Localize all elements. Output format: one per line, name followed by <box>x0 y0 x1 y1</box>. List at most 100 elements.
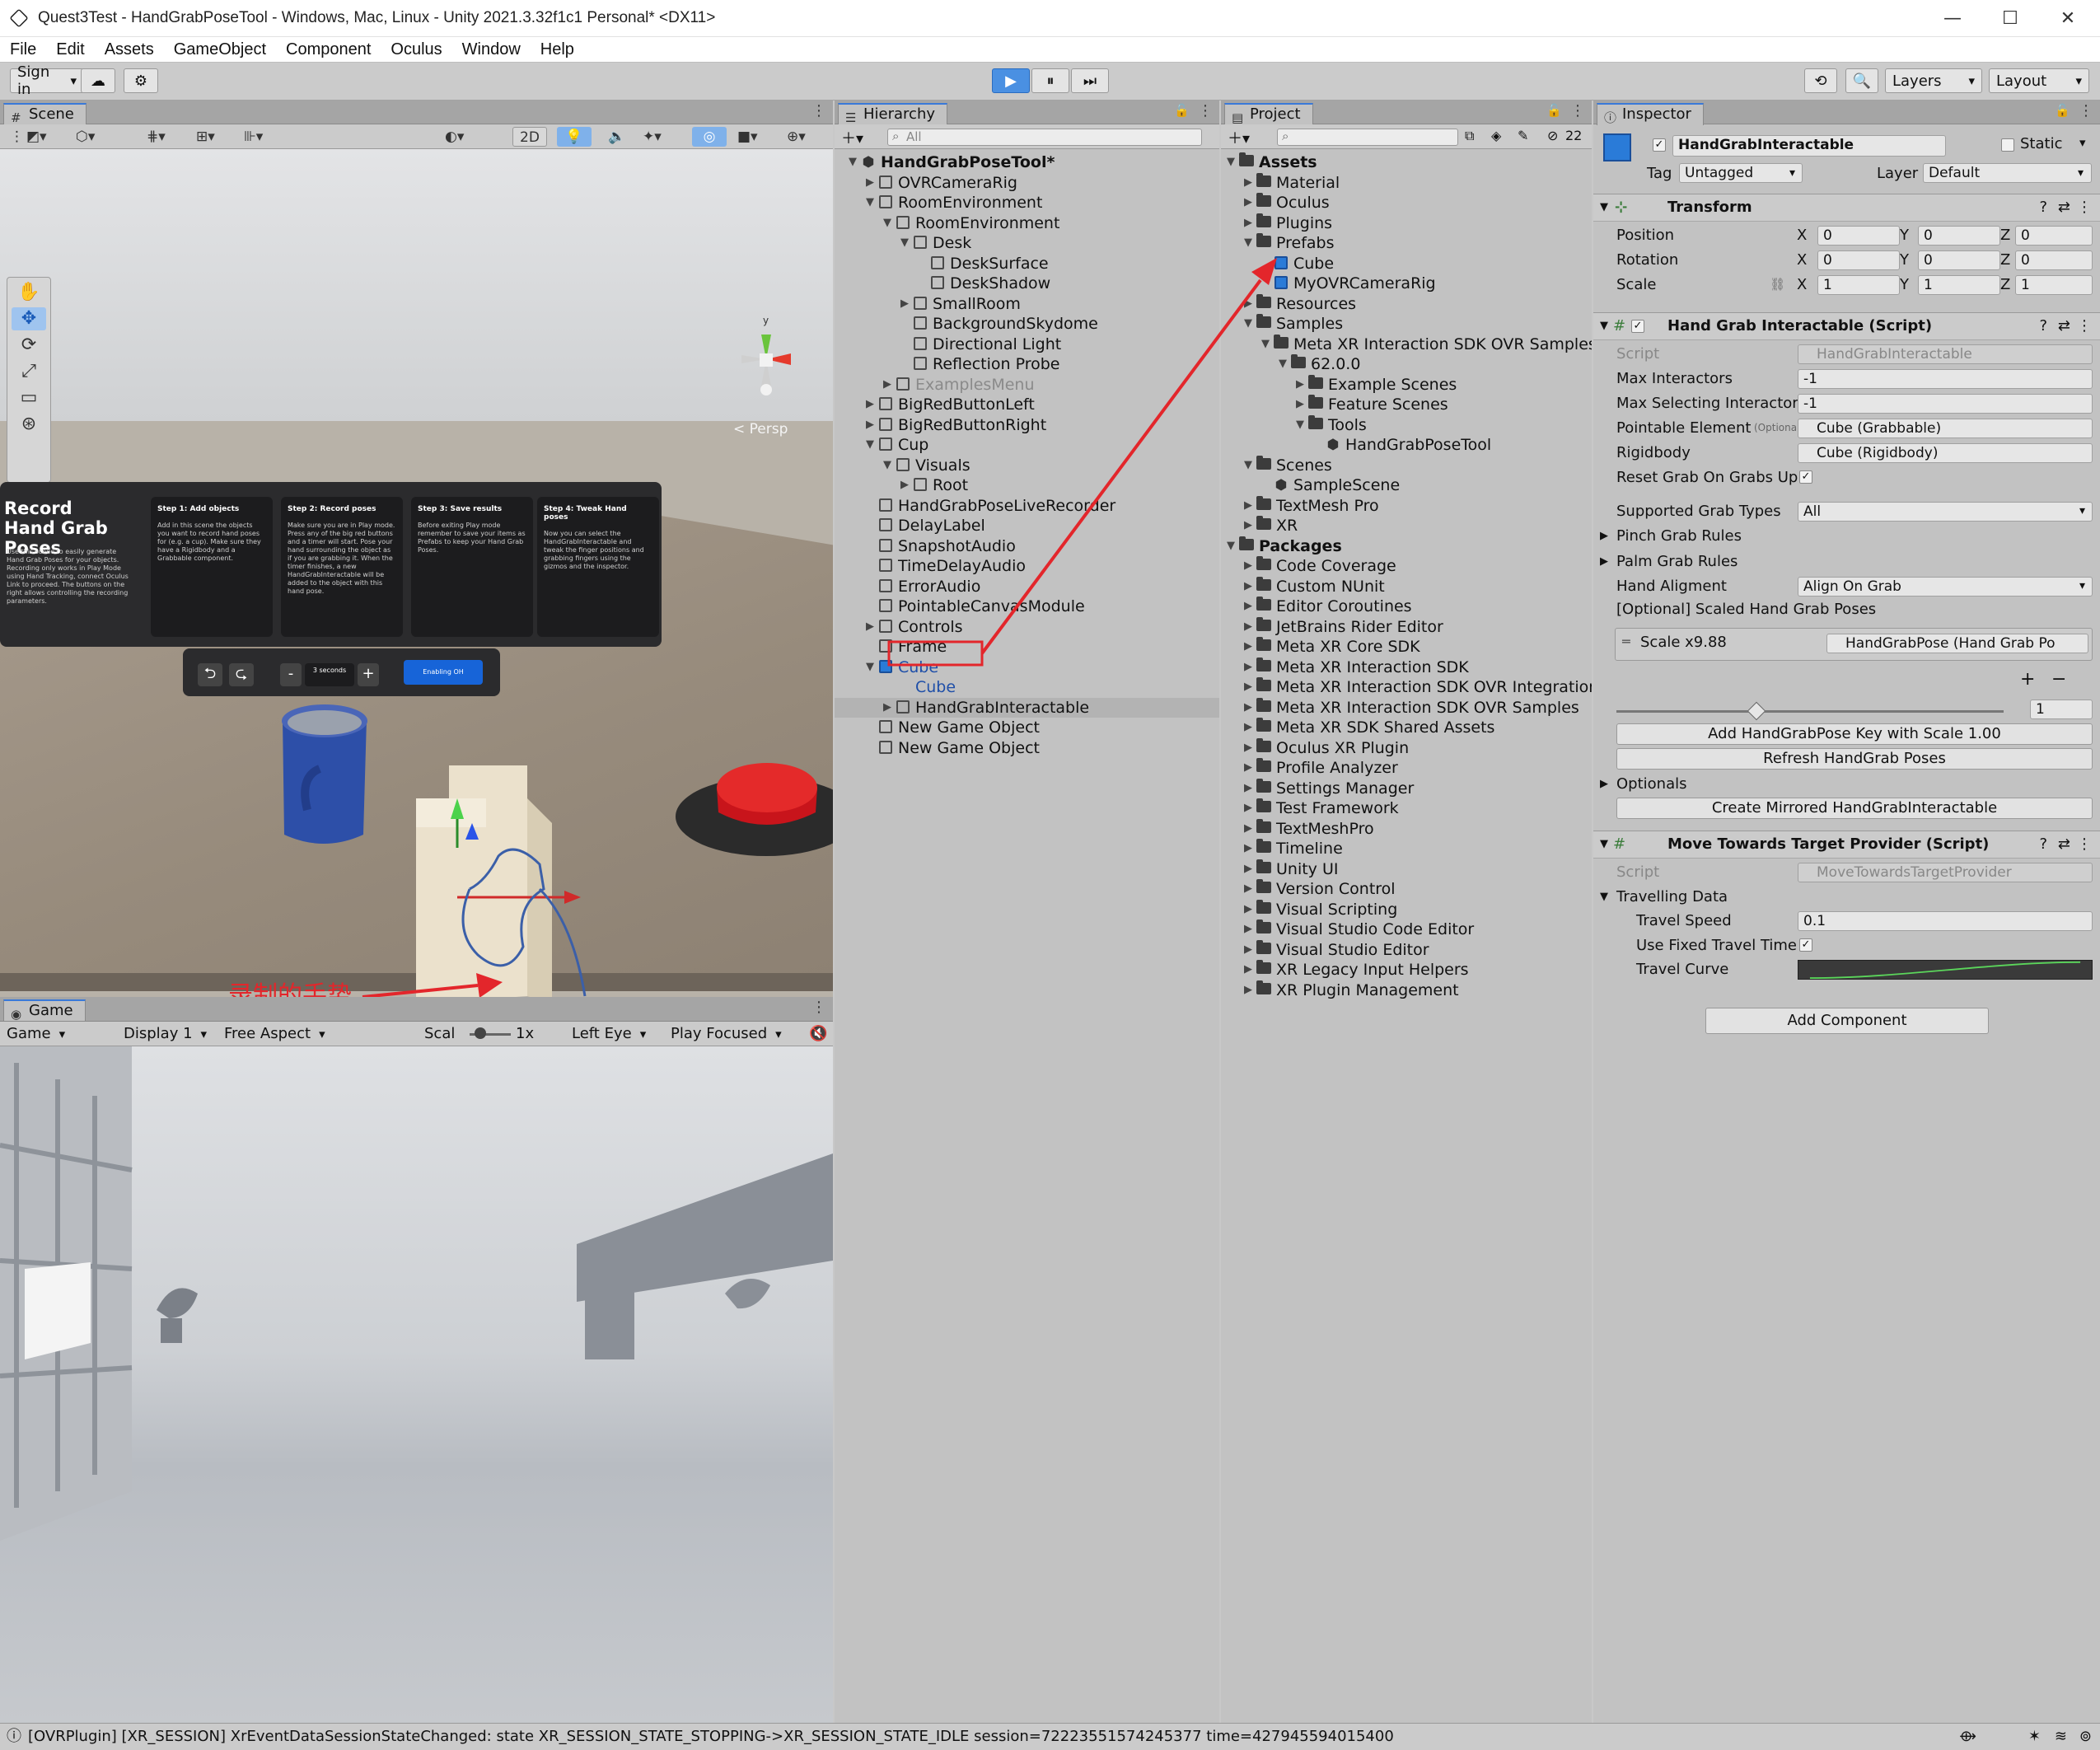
hierarchy-row[interactable]: ▼ RoomEnvironment <box>835 193 1219 213</box>
supported-grab-types-dropdown[interactable]: All <box>1798 502 2093 522</box>
gizmos-icon[interactable]: ⊕▾ <box>787 127 806 147</box>
project-row[interactable]: ▶ XR Legacy Input Helpers <box>1221 960 1592 980</box>
effects-icon[interactable]: ✦▾ <box>643 127 662 147</box>
expanded-arrow-icon[interactable]: ▼ <box>1242 233 1255 253</box>
hierarchy-row[interactable]: ▶ BigRedButtonRight <box>835 415 1219 435</box>
transform-help-icon[interactable]: ? <box>2039 194 2047 221</box>
reorder-handle-icon[interactable]: ═ <box>1622 634 1630 649</box>
collapsed-arrow-icon[interactable]: ▶ <box>1242 819 1255 839</box>
travel-speed-field[interactable]: 0.1 <box>1798 911 2093 931</box>
expanded-arrow-icon[interactable]: ▼ <box>1224 152 1237 172</box>
project-row[interactable]: ▶ Plugins <box>1221 213 1592 233</box>
scale-item-field[interactable]: HandGrabPose (Hand Grab Po <box>1826 634 2088 653</box>
palm-grab-rules-row[interactable]: ▶ Palm Grab Rules <box>1593 550 2100 573</box>
scene-menu-icon[interactable]: ⋮ <box>811 102 826 119</box>
tag-dropdown[interactable]: Untagged <box>1679 163 1803 183</box>
hierarchy-row[interactable]: Frame <box>835 637 1219 657</box>
collapsed-arrow-icon[interactable]: ▶ <box>1242 173 1255 193</box>
hgi-enabled-checkbox[interactable]: ✓ <box>1631 320 1644 333</box>
project-row[interactable]: ▶ Unity UI <box>1221 859 1592 879</box>
hgi-menu-icon[interactable]: ⋮ <box>2077 313 2092 339</box>
game-mode-dropdown[interactable]: Game <box>7 1024 109 1044</box>
project-row[interactable]: ▶ Settings Manager <box>1221 778 1592 798</box>
collapsed-arrow-icon[interactable]: ▶ <box>1242 556 1255 576</box>
redo-pose-button[interactable]: ⮎ <box>229 663 254 686</box>
position-z-field[interactable]: 0 <box>2015 226 2093 246</box>
collapsed-arrow-icon[interactable]: ▶ <box>898 475 911 495</box>
menu-file[interactable]: File <box>10 40 36 59</box>
list-add-button[interactable]: + <box>2020 669 2035 690</box>
collapsed-arrow-icon[interactable]: ▶ <box>1242 698 1255 718</box>
collapsed-arrow-icon[interactable]: ▶ <box>863 415 877 435</box>
project-row[interactable]: MyOVRCameraRig <box>1221 274 1592 293</box>
project-row[interactable]: ▼ Meta XR Interaction SDK OVR Samples <box>1221 334 1592 354</box>
collapsed-arrow-icon[interactable]: ▶ <box>1242 940 1255 960</box>
project-row[interactable]: ▶ Feature Scenes <box>1221 395 1592 414</box>
expanded-arrow-icon[interactable]: ▼ <box>1293 415 1307 435</box>
close-button[interactable]: ✕ <box>2039 0 2097 37</box>
grid-snap-icon[interactable]: ⋕▾ <box>147 127 166 147</box>
project-row[interactable]: ▼ Samples <box>1221 314 1592 334</box>
mttp-preset-icon[interactable]: ⇄ <box>2058 831 2070 858</box>
mttp-menu-icon[interactable]: ⋮ <box>2077 831 2092 858</box>
project-row[interactable]: ▼ 62.0.0 <box>1221 354 1592 374</box>
hierarchy-row[interactable]: ▼ Cup <box>835 435 1219 455</box>
collapsed-arrow-icon[interactable]: ▶ <box>1242 577 1255 597</box>
game-viewport[interactable] <box>0 1046 833 1723</box>
move-towards-target-header[interactable]: ▼ # Move Towards Target Provider (Script… <box>1593 831 2100 859</box>
collapsed-arrow-icon[interactable]: ▶ <box>1242 879 1255 899</box>
project-menu-icon[interactable]: ⋮ <box>1570 102 1585 119</box>
expanded-arrow-icon[interactable]: ▼ <box>846 152 859 172</box>
project-row[interactable]: ▼ Packages <box>1221 536 1592 556</box>
hierarchy-row[interactable]: Directional Light <box>835 335 1219 354</box>
scale-y-field[interactable]: 1 <box>1918 275 2000 295</box>
hgi-help-icon[interactable]: ? <box>2039 313 2047 339</box>
collapsed-arrow-icon[interactable]: ▶ <box>1242 294 1255 314</box>
scale-tool-icon[interactable]: ⤢ <box>12 360 46 383</box>
create-mirrored-button[interactable]: Create Mirrored HandGrabInteractable <box>1616 798 2093 819</box>
audio-toggle-icon[interactable]: 🔈 <box>608 127 625 147</box>
collapsed-arrow-icon[interactable]: ▶ <box>1242 213 1255 233</box>
hierarchy-row[interactable]: ▶ HandGrabInteractable <box>835 697 1219 718</box>
constrain-proportions-icon[interactable]: ⛓ <box>1770 273 1785 297</box>
expanded-arrow-icon[interactable]: ▼ <box>1242 456 1255 475</box>
tab-hierarchy[interactable]: ☰ Hierarchy <box>838 103 948 125</box>
collapsed-arrow-icon[interactable]: ▶ <box>1242 617 1255 637</box>
hand-grab-interactable-header[interactable]: ▼ # ✓ Hand Grab Interactable (Script) ? … <box>1593 312 2100 340</box>
play-focused-dropdown[interactable]: Play Focused <box>671 1024 801 1044</box>
hierarchy-row[interactable]: ErrorAudio <box>835 577 1219 597</box>
hierarchy-row[interactable]: ▶ SmallRoom <box>835 294 1219 314</box>
undo-history-button[interactable]: ⟲ <box>1804 68 1837 93</box>
static-dropdown-icon[interactable]: ▾ <box>2079 135 2086 150</box>
collapsed-arrow-icon[interactable]: ▶ <box>1242 758 1255 778</box>
hierarchy-row[interactable]: Cube <box>835 677 1219 697</box>
tab-project[interactable]: ▤ Project <box>1224 103 1313 125</box>
collapsed-arrow-icon[interactable]: ▶ <box>863 173 877 193</box>
ruler-icon[interactable]: ⊪▾ <box>244 127 263 147</box>
collapsed-arrow-icon[interactable]: ▶ <box>1242 779 1255 798</box>
collapsed-arrow-icon[interactable]: ▶ <box>1242 859 1255 879</box>
hierarchy-row[interactable]: ▼ Desk <box>835 233 1219 253</box>
rect-tool-icon[interactable]: ▭ <box>12 386 46 409</box>
collapsed-arrow-icon[interactable]: ▶ <box>1242 637 1255 657</box>
add-component-button[interactable]: Add Component <box>1705 1008 1989 1034</box>
hgi-preset-icon[interactable]: ⇄ <box>2058 313 2070 339</box>
collapsed-arrow-icon[interactable]: ▶ <box>881 698 894 718</box>
status-bar[interactable]: ⓘ [OVRPlugin] [XR_SESSION] XrEventDataSe… <box>0 1723 2100 1750</box>
progress-icon[interactable]: ✶ <box>2028 1724 2041 1750</box>
transform-tool-icon[interactable]: ⊛ <box>12 413 46 436</box>
position-x-field[interactable]: 0 <box>1817 226 1900 246</box>
hierarchy-row[interactable]: TimeDelayAudio <box>835 556 1219 576</box>
project-row[interactable]: ⬢ HandGrabPoseTool <box>1221 435 1592 455</box>
enable-recording-button[interactable]: Enabling OH <box>404 660 483 685</box>
hierarchy-row[interactable]: PointableCanvasModule <box>835 597 1219 616</box>
collapsed-arrow-icon[interactable]: ▶ <box>1242 193 1255 213</box>
project-row[interactable]: ▶ TextMeshPro <box>1221 818 1592 839</box>
pinch-grab-rules-row[interactable]: ▶ Pinch Grab Rules <box>1593 524 2100 548</box>
search-button[interactable]: 🔍 <box>1845 68 1878 93</box>
cup-model[interactable] <box>274 703 379 851</box>
collapsed-arrow-icon[interactable]: ▶ <box>1242 516 1255 536</box>
project-row[interactable]: ▶ Meta XR Interaction SDK OVR Samples <box>1221 697 1592 718</box>
project-search-input[interactable] <box>1277 129 1458 146</box>
collapsed-arrow-icon[interactable]: ▶ <box>863 395 877 414</box>
